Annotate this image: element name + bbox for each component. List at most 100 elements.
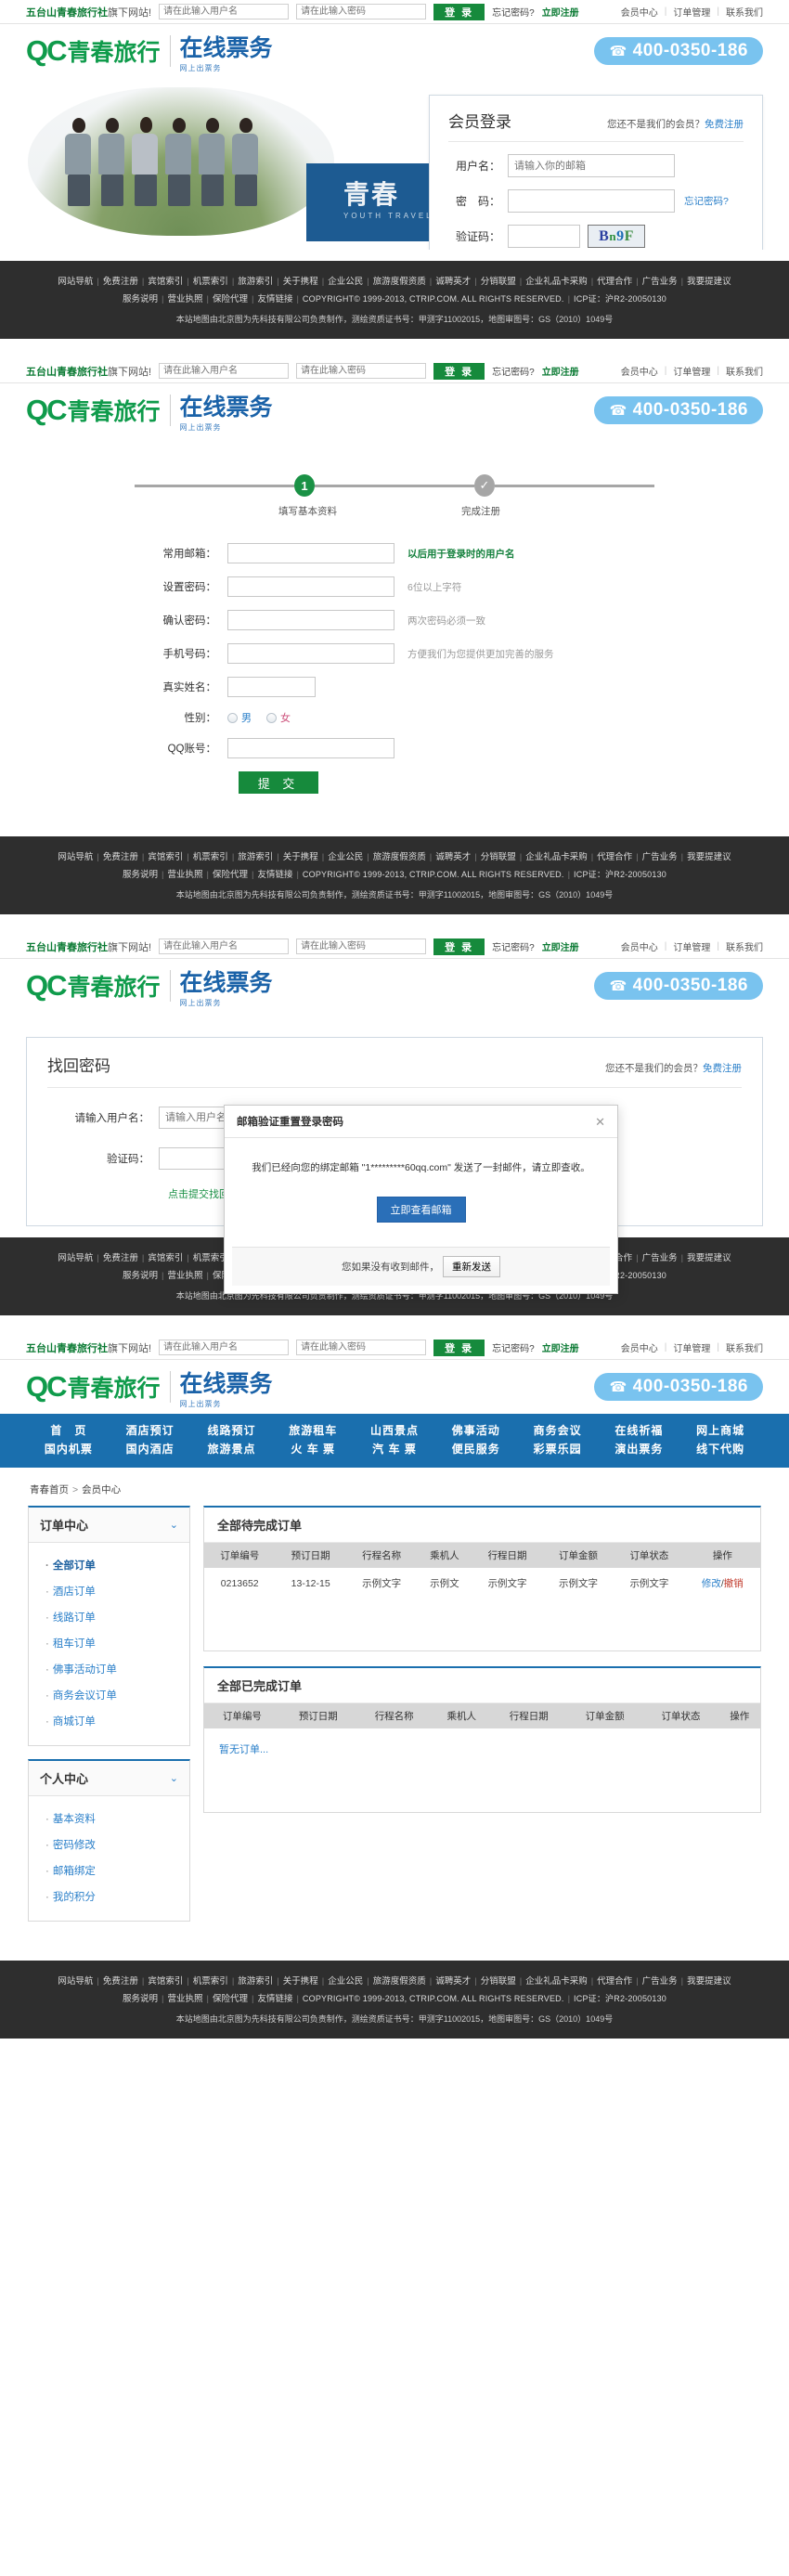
topbar-forgot-link[interactable]: 忘记密码? — [492, 1340, 535, 1354]
topbar-register-link[interactable]: 立即注册 — [542, 364, 579, 378]
footer-link[interactable]: 关于携程 — [283, 1976, 318, 1987]
topbar-password-input[interactable] — [296, 1340, 427, 1355]
sidebar-item-基本资料[interactable]: · 基本资料 — [29, 1806, 189, 1832]
nav-item-top[interactable]: 旅游租车 — [272, 1421, 354, 1440]
footer-link[interactable]: 企业礼品卡采购 — [525, 1976, 588, 1987]
sidebar-item-商城订单[interactable]: · 商城订单 — [29, 1708, 189, 1734]
topbar-link-contact[interactable]: 联系我们 — [726, 1340, 763, 1354]
chevron-down-icon[interactable]: ⌄ — [170, 1772, 178, 1784]
site-logo[interactable]: QC 青春旅行 在线票务 网上出票务 — [26, 964, 273, 1008]
footer-link[interactable]: 免费注册 — [103, 277, 138, 287]
topbar-link-contact[interactable]: 联系我们 — [726, 364, 763, 378]
site-logo[interactable]: QC 青春旅行 在线票务 网上出票务 — [26, 389, 273, 433]
footer-link[interactable]: 旅游度假资质 — [373, 1976, 426, 1987]
topbar-username-input[interactable] — [159, 4, 290, 19]
sidebar-item-线路订单[interactable]: · 线路订单 — [29, 1604, 189, 1630]
sidebar-item-租车订单[interactable]: · 租车订单 — [29, 1630, 189, 1656]
topbar-link-member[interactable]: 会员中心 — [621, 939, 658, 953]
topbar-forgot-link[interactable]: 忘记密码? — [492, 364, 535, 378]
footer-link[interactable]: 我要提建议 — [687, 1253, 731, 1263]
footer-link[interactable]: 服务说明 — [123, 1271, 158, 1281]
footer-link[interactable]: 代理合作 — [597, 277, 632, 287]
footer-link[interactable]: 广告业务 — [642, 1976, 678, 1987]
gender-option-male[interactable]: 男 — [227, 710, 252, 725]
close-icon[interactable]: ✕ — [595, 1116, 605, 1128]
footer-link[interactable]: 营业执照 — [167, 870, 202, 880]
footer-link[interactable]: 旅游索引 — [238, 1976, 273, 1987]
footer-link[interactable]: 企业公民 — [328, 852, 363, 862]
nav-item-bottom[interactable]: 线下代购 — [679, 1440, 761, 1458]
footer-link[interactable]: 宾馆索引 — [148, 1253, 183, 1263]
topbar-username-input[interactable] — [159, 363, 290, 379]
topbar-link-orders[interactable]: 订单管理 — [673, 364, 710, 378]
footer-link[interactable]: 保险代理 — [213, 294, 248, 304]
topbar-username-input[interactable] — [159, 1340, 290, 1355]
footer-link[interactable]: 诚聘英才 — [435, 852, 471, 862]
radio-icon[interactable] — [266, 712, 277, 723]
footer-link[interactable]: 旅游索引 — [238, 852, 273, 862]
footer-link[interactable]: 广告业务 — [642, 1253, 678, 1263]
footer-link[interactable]: 服务说明 — [123, 294, 158, 304]
footer-link[interactable]: 我要提建议 — [687, 852, 731, 862]
site-logo[interactable]: QC 青春旅行 在线票务 网上出票务 — [26, 1366, 273, 1409]
topbar-link-orders[interactable]: 订单管理 — [673, 1340, 710, 1354]
footer-link[interactable]: 宾馆索引 — [148, 1976, 183, 1987]
resend-button[interactable]: 重新发送 — [443, 1255, 500, 1277]
footer-link[interactable]: 旅游索引 — [238, 277, 273, 287]
footer-link[interactable]: 分销联盟 — [481, 1976, 516, 1987]
footer-link[interactable]: 诚聘英才 — [435, 277, 471, 287]
footer-link[interactable]: 代理合作 — [597, 1976, 632, 1987]
footer-link[interactable]: 代理合作 — [597, 852, 632, 862]
email-field[interactable] — [227, 543, 394, 563]
cancel-order-link[interactable]: 撤销 — [724, 1578, 744, 1589]
sidebar-item-全部订单[interactable]: · 全部订单 — [29, 1552, 189, 1578]
footer-link[interactable]: 分销联盟 — [481, 852, 516, 862]
footer-link[interactable]: 宾馆索引 — [148, 277, 183, 287]
footer-link[interactable]: 机票索引 — [193, 852, 228, 862]
footer-link[interactable]: 友情链接 — [257, 294, 292, 304]
mobile-field[interactable] — [227, 643, 394, 664]
footer-link[interactable]: 保险代理 — [213, 1994, 248, 2004]
topbar-username-input[interactable] — [159, 938, 290, 954]
nav-item-bottom[interactable]: 国内机票 — [28, 1440, 110, 1458]
topbar-link-member[interactable]: 会员中心 — [621, 1340, 658, 1354]
topbar-link-orders[interactable]: 订单管理 — [673, 939, 710, 953]
topbar-link-contact[interactable]: 联系我们 — [726, 939, 763, 953]
nav-item-bottom[interactable]: 旅游景点 — [191, 1440, 273, 1458]
footer-link[interactable]: 企业公民 — [328, 277, 363, 287]
captcha-image[interactable]: Bn9F — [588, 225, 645, 248]
topbar-link-contact[interactable]: 联系我们 — [726, 5, 763, 19]
nav-item-bottom[interactable]: 便民服务 — [435, 1440, 517, 1458]
topbar-password-input[interactable] — [296, 938, 427, 954]
nav-item-bottom[interactable]: 演出票务 — [598, 1440, 679, 1458]
sidebar-item-酒店订单[interactable]: · 酒店订单 — [29, 1578, 189, 1604]
gender-option-female[interactable]: 女 — [266, 710, 291, 725]
footer-link[interactable]: 友情链接 — [257, 870, 292, 880]
topbar-forgot-link[interactable]: 忘记密码? — [492, 5, 535, 19]
footer-link[interactable]: 免费注册 — [103, 1253, 138, 1263]
site-logo[interactable]: QC 青春旅行 在线票务 网上出票务 — [26, 30, 273, 73]
qq-field[interactable] — [227, 738, 394, 758]
sidebar-item-我的积分[interactable]: · 我的积分 — [29, 1883, 189, 1909]
topbar-link-member[interactable]: 会员中心 — [621, 364, 658, 378]
footer-link[interactable]: 旅游度假资质 — [373, 852, 426, 862]
nav-item-top[interactable]: 网上商城 — [679, 1421, 761, 1440]
topbar-password-input[interactable] — [296, 4, 427, 19]
topbar-login-button[interactable]: 登 录 — [433, 1339, 485, 1356]
login-username-input[interactable] — [508, 154, 675, 177]
realname-field[interactable] — [227, 677, 316, 697]
radio-icon[interactable] — [227, 712, 238, 723]
login-captcha-input[interactable] — [508, 225, 580, 248]
footer-link[interactable]: 分销联盟 — [481, 277, 516, 287]
footer-link[interactable]: 企业礼品卡采购 — [525, 852, 588, 862]
register-submit-button[interactable]: 提 交 — [239, 771, 318, 794]
topbar-link-member[interactable]: 会员中心 — [621, 5, 658, 19]
footer-link[interactable]: 免费注册 — [103, 1976, 138, 1987]
footer-link[interactable]: 营业执照 — [167, 1994, 202, 2004]
topbar-login-button[interactable]: 登 录 — [433, 938, 485, 955]
order-center-header[interactable]: 订单中心 ⌄ — [29, 1508, 189, 1543]
topbar-register-link[interactable]: 立即注册 — [542, 939, 579, 953]
chevron-down-icon[interactable]: ⌄ — [170, 1519, 178, 1531]
nav-item-top[interactable]: 酒店预订 — [110, 1421, 191, 1440]
login-forgot-password-link[interactable]: 忘记密码? — [684, 194, 729, 208]
